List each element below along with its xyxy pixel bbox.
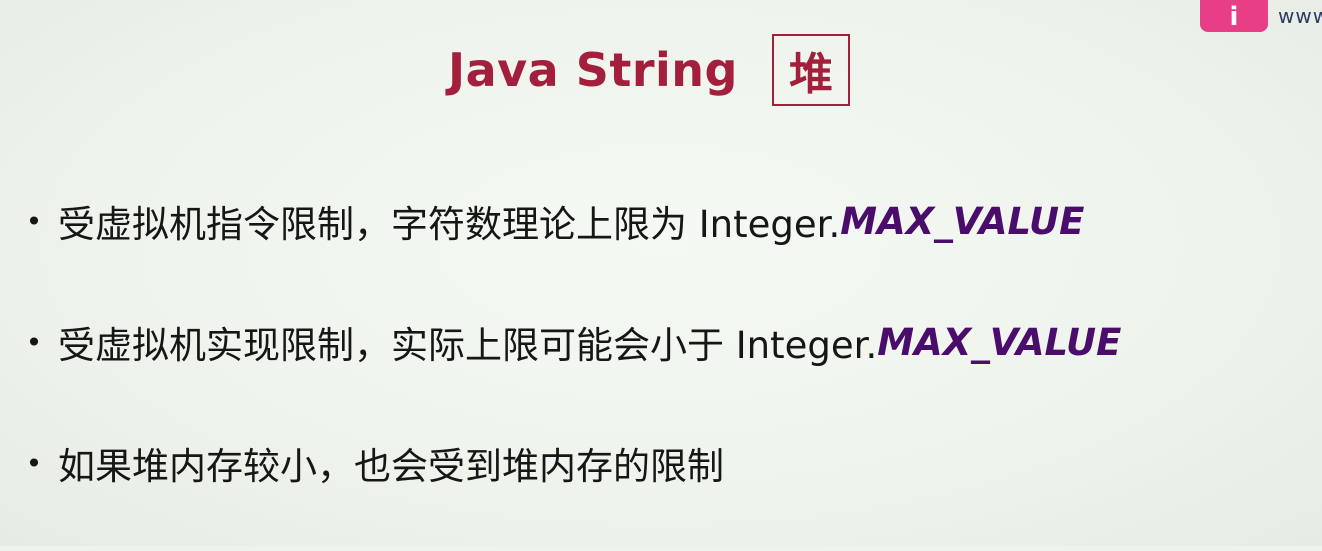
bullet-dot-icon: • [25,204,43,238]
bullet-emphasis: MAX_VALUE [877,320,1122,364]
slide-title-row: Java String 堆 [448,30,850,110]
bullet-emphasis: MAX_VALUE [840,199,1085,243]
bullet-dot-icon: • [25,446,43,480]
slide-title: Java String [448,43,738,97]
bullet-list: • 受虚拟机指令限制，字符数理论上限为 Integer. MAX_VALUE • … [22,188,1122,551]
bullet-text: 如果堆内存较小，也会受到堆内存的限制 [58,445,724,488]
logo-icon: i [1200,0,1268,32]
bullet-item: • 如果堆内存较小，也会受到堆内存的限制 [22,430,1121,496]
bullet-item: • 受虚拟机实现限制，实际上限可能会小于 Integer. MAX_VALUE [22,309,1122,375]
watermark-logo: i www [1172,0,1322,40]
bullet-item: • 受虚拟机指令限制，字符数理论上限为 Integer. MAX_VALUE [22,188,1121,254]
slide-title-box: 堆 [771,34,850,106]
bullet-text: 受虚拟机指令限制，字符数理论上限为 Integer. [58,203,841,246]
slide: Java String 堆 • 受虚拟机指令限制，字符数理论上限为 Intege… [0,0,1322,546]
bullet-text: 受虚拟机实现限制，实际上限可能会小于 Integer. [58,324,878,367]
watermark-url: www [1278,4,1322,28]
bullet-dot-icon: • [25,325,43,359]
